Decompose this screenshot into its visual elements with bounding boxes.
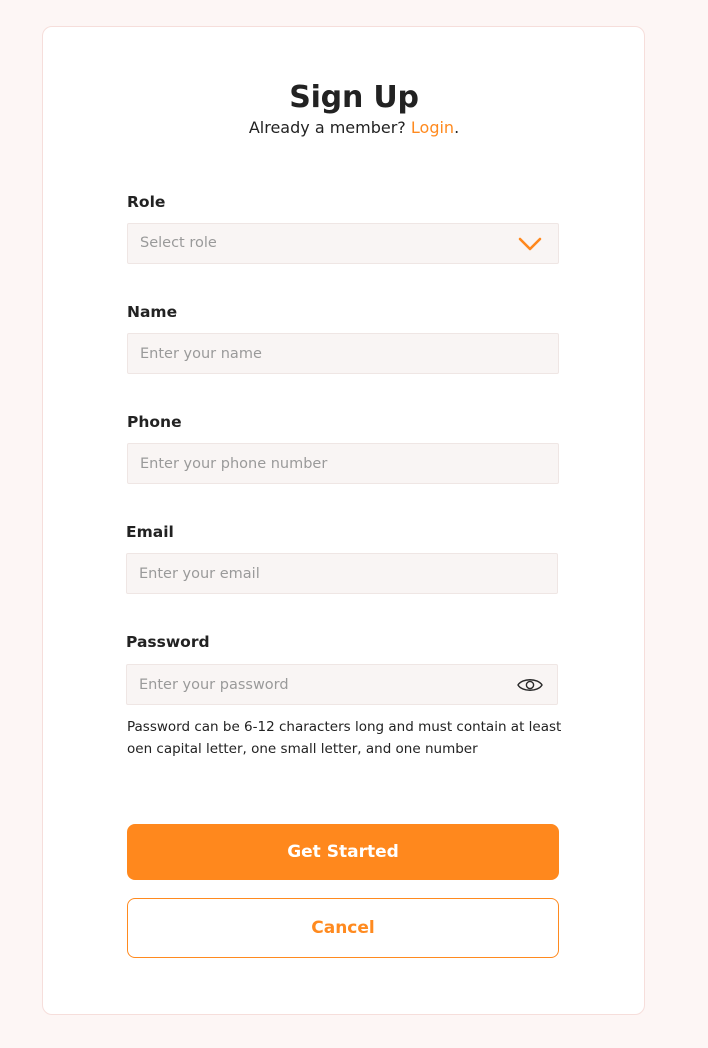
role-select-value: Select role (140, 235, 217, 251)
cancel-button[interactable]: Cancel (127, 898, 559, 958)
name-input[interactable] (128, 334, 558, 373)
password-field-container (126, 664, 558, 705)
email-field-container (126, 553, 558, 594)
eye-icon[interactable] (516, 674, 544, 696)
email-label: Email (126, 523, 174, 541)
login-prompt: Already a member? Login. (0, 118, 708, 137)
phone-label: Phone (127, 413, 182, 431)
name-label: Name (127, 303, 178, 321)
phone-field-container (127, 443, 559, 484)
page-title: Sign Up (289, 80, 419, 115)
name-field-container (127, 333, 559, 374)
phone-input[interactable] (128, 444, 558, 483)
role-label: Role (127, 193, 166, 211)
password-hint: Password can be 6-12 characters long and… (127, 719, 562, 757)
password-label: Password (126, 633, 210, 651)
password-input[interactable] (127, 665, 557, 704)
login-prompt-text: Already a member? (248, 118, 411, 137)
email-input[interactable] (127, 554, 557, 593)
login-link[interactable]: Login (411, 118, 454, 137)
login-prompt-punct: . (454, 118, 460, 137)
page: Sign Up Already a member? Login. Role Se… (0, 0, 708, 1048)
get-started-button[interactable]: Get Started (127, 824, 559, 880)
chevron-down-icon (518, 237, 542, 251)
role-select[interactable]: Select role (127, 223, 559, 264)
